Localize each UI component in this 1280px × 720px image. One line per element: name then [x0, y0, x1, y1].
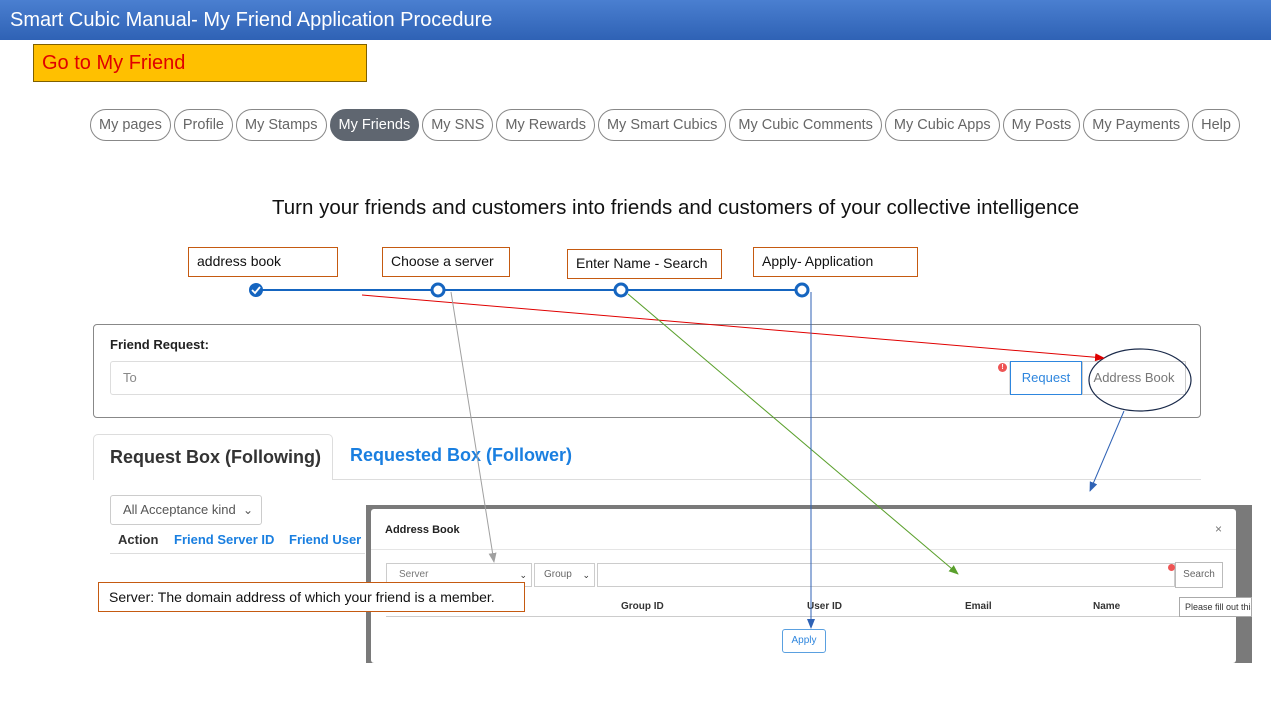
col-friend-server-id[interactable]: Friend Server ID [174, 532, 274, 547]
step-label-apply-application: Apply- Application [753, 247, 918, 277]
check-icon [251, 286, 261, 295]
nav-my-payments[interactable]: My Payments [1083, 109, 1190, 141]
col-name: Name [1093, 601, 1121, 612]
nav-profile[interactable]: Profile [173, 109, 233, 141]
table-row [110, 553, 365, 565]
server-note: Server: The domain address of which your… [98, 582, 525, 612]
chevron-down-icon: ⌄ [582, 570, 590, 580]
step-label-address-book: address book [188, 247, 338, 277]
modal-title: Address Book [385, 524, 460, 536]
col-user-id: User ID [807, 601, 843, 612]
nav-my-smart-cubics[interactable]: My Smart Cubics [597, 109, 727, 141]
nav-help[interactable]: Help [1192, 109, 1240, 141]
name-search-input[interactable] [597, 563, 1175, 587]
server-select-value: Server [399, 569, 429, 580]
goto-my-friend-callout: Go to My Friend [33, 44, 367, 82]
tab-requested-box[interactable]: Requested Box (Follower) [350, 445, 572, 466]
acceptance-kind-value: All Acceptance kind [123, 502, 236, 517]
col-action: Action [118, 532, 159, 547]
step-marker-3 [613, 282, 629, 298]
search-button[interactable]: Search [1175, 562, 1223, 588]
tab-request-box[interactable]: Request Box (Following) [93, 434, 333, 480]
group-select[interactable]: Group ⌄ [534, 563, 595, 587]
friend-request-title: Friend Request: [110, 337, 209, 352]
friend-request-card: Friend Request: To ! Request Address Boo… [93, 324, 1201, 418]
main-nav: My pages Profile My Stamps My Friends My… [90, 109, 1240, 141]
nav-my-cubic-apps[interactable]: My Cubic Apps [884, 109, 1000, 141]
validation-tooltip: Please fill out this field. [1179, 597, 1252, 617]
nav-my-sns[interactable]: My SNS [422, 109, 494, 141]
nav-my-pages[interactable]: My pages [90, 109, 171, 141]
apply-button[interactable]: Apply [782, 629, 826, 653]
tagline: Turn your friends and customers into fri… [272, 196, 1080, 219]
close-icon[interactable]: × [1215, 522, 1222, 536]
chevron-down-icon: ⌄ [242, 503, 253, 517]
step-label-choose-server: Choose a server [382, 247, 510, 277]
col-group-id: Group ID [621, 601, 664, 612]
modal-table-header-line [386, 616, 1223, 617]
step-label-enter-name-search: Enter Name - Search [567, 249, 722, 279]
col-friend-user-id[interactable]: Friend User I [289, 532, 365, 547]
nav-my-friends[interactable]: My Friends [329, 109, 420, 141]
to-input[interactable]: To [110, 361, 1010, 395]
nav-my-cubic-comments[interactable]: My Cubic Comments [729, 109, 882, 141]
step-marker-1-completed [249, 283, 263, 297]
address-book-button[interactable]: Address Book [1082, 361, 1186, 395]
warning-icon [1168, 564, 1175, 571]
tab-divider [333, 479, 1201, 480]
group-select-value: Group [544, 569, 572, 580]
nav-my-posts[interactable]: My Posts [1002, 109, 1081, 141]
step-marker-2 [430, 282, 446, 298]
acceptance-kind-select[interactable]: All Acceptance kind ⌄ [110, 495, 262, 525]
step-marker-4 [794, 282, 810, 298]
warning-icon: ! [998, 363, 1007, 372]
nav-my-rewards[interactable]: My Rewards [496, 109, 595, 141]
col-email: Email [965, 601, 992, 612]
page-title: Smart Cubic Manual- My Friend Applicatio… [0, 0, 1271, 40]
request-button[interactable]: Request [1010, 361, 1082, 395]
modal-divider [371, 549, 1236, 550]
nav-my-stamps[interactable]: My Stamps [235, 109, 327, 141]
